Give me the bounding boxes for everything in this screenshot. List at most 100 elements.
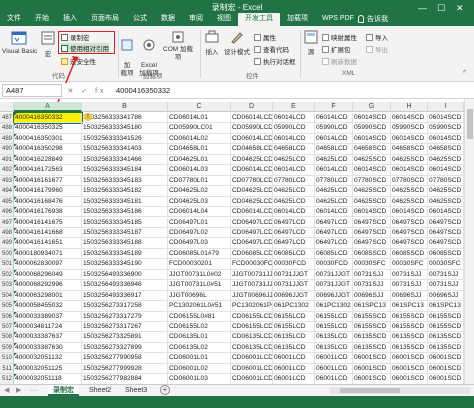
cell[interactable]: 00030SFC: [428, 259, 464, 270]
close-button[interactable]: ✕: [456, 3, 464, 14]
cell[interactable]: CD06155L02: [168, 322, 231, 333]
cell[interactable]: CD06001LCD: [231, 363, 273, 375]
cell[interactable]: 06155SCD: [428, 322, 464, 333]
restore-button[interactable]: ☐: [437, 3, 445, 14]
cell[interactable]: 00731SJJ: [391, 269, 428, 281]
cell[interactable]: 4000416350332: [13, 111, 83, 125]
cell[interactable]: 04625LCD: [273, 154, 315, 166]
cell[interactable]: 06135SCD: [391, 332, 428, 343]
cell[interactable]: 04658SCD: [428, 144, 464, 155]
cell[interactable]: 4000034811724: [14, 322, 82, 333]
cell[interactable]: 06497SCD: [391, 227, 428, 239]
row-header[interactable]: 508: [0, 332, 14, 343]
cell[interactable]: 061SPC13: [353, 301, 391, 312]
cell[interactable]: 00696JJGT: [315, 290, 353, 302]
cell[interactable]: 1503256333345189: [82, 248, 168, 260]
cell[interactable]: 00731SJJ: [428, 280, 464, 291]
cell[interactable]: 1503256333345182: [82, 186, 168, 197]
cell[interactable]: 06014SCD: [353, 113, 391, 124]
cell[interactable]: CD06001LCD: [231, 353, 273, 364]
cell[interactable]: 00030FCD: [273, 259, 315, 270]
sheet-tab-sheet2[interactable]: Sheet2: [84, 385, 116, 396]
cell[interactable]: JJGT00731JJGT: [231, 280, 273, 291]
cell[interactable]: 06014SCD: [353, 165, 391, 176]
cell[interactable]: 06014LCD: [315, 165, 353, 176]
cell[interactable]: 00731SJJ: [353, 269, 391, 281]
cell[interactable]: 00731JJGT: [273, 269, 315, 281]
cell[interactable]: 06135SCD: [428, 342, 464, 354]
cell[interactable]: 06014LCD: [273, 133, 315, 145]
cell[interactable]: 04625SCD: [391, 186, 428, 197]
cell[interactable]: CD04625LCD: [231, 196, 273, 208]
run-dialog-button[interactable]: 执行对话框: [254, 56, 296, 66]
cell[interactable]: 00731SJJ: [428, 269, 464, 281]
tab-formulas[interactable]: 公式: [126, 13, 154, 26]
cell[interactable]: 06497SCD: [428, 227, 464, 239]
cell[interactable]: CD06085LCD: [231, 248, 273, 260]
cell[interactable]: 06014LCD: [273, 113, 315, 124]
cell[interactable]: 4000033387637: [14, 332, 82, 343]
vertical-scrollbar[interactable]: [464, 99, 474, 384]
tab-file[interactable]: 文件: [0, 13, 28, 26]
cell[interactable]: 06001SCD: [391, 363, 428, 375]
cell[interactable]: 04625SCD: [428, 186, 464, 197]
row-header[interactable]: 509: [0, 342, 14, 354]
cell[interactable]: 4000032051125: [14, 363, 82, 375]
view-code-button[interactable]: 查看代码: [254, 44, 289, 54]
cell[interactable]: 06155LCD: [315, 311, 353, 322]
cell[interactable]: 06155LCD: [273, 322, 315, 333]
tell-me-box[interactable]: 告诉我: [358, 14, 388, 24]
cell[interactable]: 06497LCD: [273, 217, 315, 228]
cell[interactable]: 00731SJJ: [353, 280, 391, 291]
cell[interactable]: 04625LCD: [315, 186, 353, 197]
cell[interactable]: 06155SCD: [391, 311, 428, 322]
cell[interactable]: 06155SCD: [391, 322, 428, 333]
cell[interactable]: 06014SCD: [353, 207, 391, 218]
com-addin-button[interactable]: COM 加载项: [163, 30, 193, 62]
cell[interactable]: CD06085L01#79: [168, 248, 231, 260]
cell[interactable]: 06135LCD: [273, 342, 315, 354]
cell[interactable]: 06014LCD: [315, 113, 353, 124]
cell[interactable]: 06014SCD: [391, 113, 428, 124]
cell[interactable]: 1503256333345183: [82, 175, 168, 187]
cell[interactable]: 4000416350325: [14, 123, 82, 134]
cell[interactable]: CD06014LCD: [231, 133, 273, 145]
cell[interactable]: CD06155LCD: [231, 322, 273, 333]
cell[interactable]: 4000033389037: [14, 311, 82, 322]
cell[interactable]: 1503256333345180: [82, 123, 168, 134]
cell[interactable]: 07780SCD: [353, 175, 391, 187]
cell[interactable]: 00030FCD: [315, 259, 353, 270]
row-header[interactable]: 507: [0, 322, 14, 333]
cell[interactable]: 4000416176938: [14, 207, 82, 218]
cell[interactable]: 4000416168476: [14, 196, 82, 208]
horizontal-scrollbar[interactable]: [330, 387, 470, 394]
cell[interactable]: 06135SCD: [428, 332, 464, 343]
cell[interactable]: 06155SCD: [353, 322, 391, 333]
column-header[interactable]: C: [168, 102, 231, 112]
cell[interactable]: CD06001L01: [168, 353, 231, 364]
cell[interactable]: 06497LCD: [315, 238, 353, 249]
cell[interactable]: CD04625LCD: [231, 154, 273, 166]
cell[interactable]: 1503256333345185: [82, 217, 168, 228]
cell[interactable]: CD06014L02: [168, 133, 231, 145]
cell[interactable]: CD06135LCD: [231, 342, 273, 354]
cell[interactable]: 1503256333345188: [82, 238, 168, 249]
cell[interactable]: JJGT00731L0#02: [168, 269, 231, 281]
cell[interactable]: 04658SCD: [391, 144, 428, 155]
cell[interactable]: 06497LCD: [315, 227, 353, 239]
cell[interactable]: CD06014L01: [168, 113, 231, 124]
row-header[interactable]: 492: [0, 165, 14, 176]
sheet-tab-macro[interactable]: 录制宏: [48, 385, 79, 396]
add-sheet-button[interactable]: +: [160, 385, 170, 395]
cell[interactable]: 06085LCD: [315, 248, 353, 260]
column-header[interactable]: G: [353, 102, 391, 112]
row-header[interactable]: 498: [0, 227, 14, 239]
cell[interactable]: CD05990LC01: [168, 123, 231, 134]
cell[interactable]: 00731SJJ: [391, 280, 428, 291]
cell[interactable]: 06014SCD: [428, 133, 464, 145]
cell[interactable]: 4000416141651: [14, 238, 82, 249]
cell[interactable]: 05990SCD: [391, 123, 428, 134]
row-header[interactable]: 506: [0, 311, 14, 322]
cell[interactable]: 1503256277990958: [82, 353, 168, 364]
cell[interactable]: 06155SCD: [428, 311, 464, 322]
